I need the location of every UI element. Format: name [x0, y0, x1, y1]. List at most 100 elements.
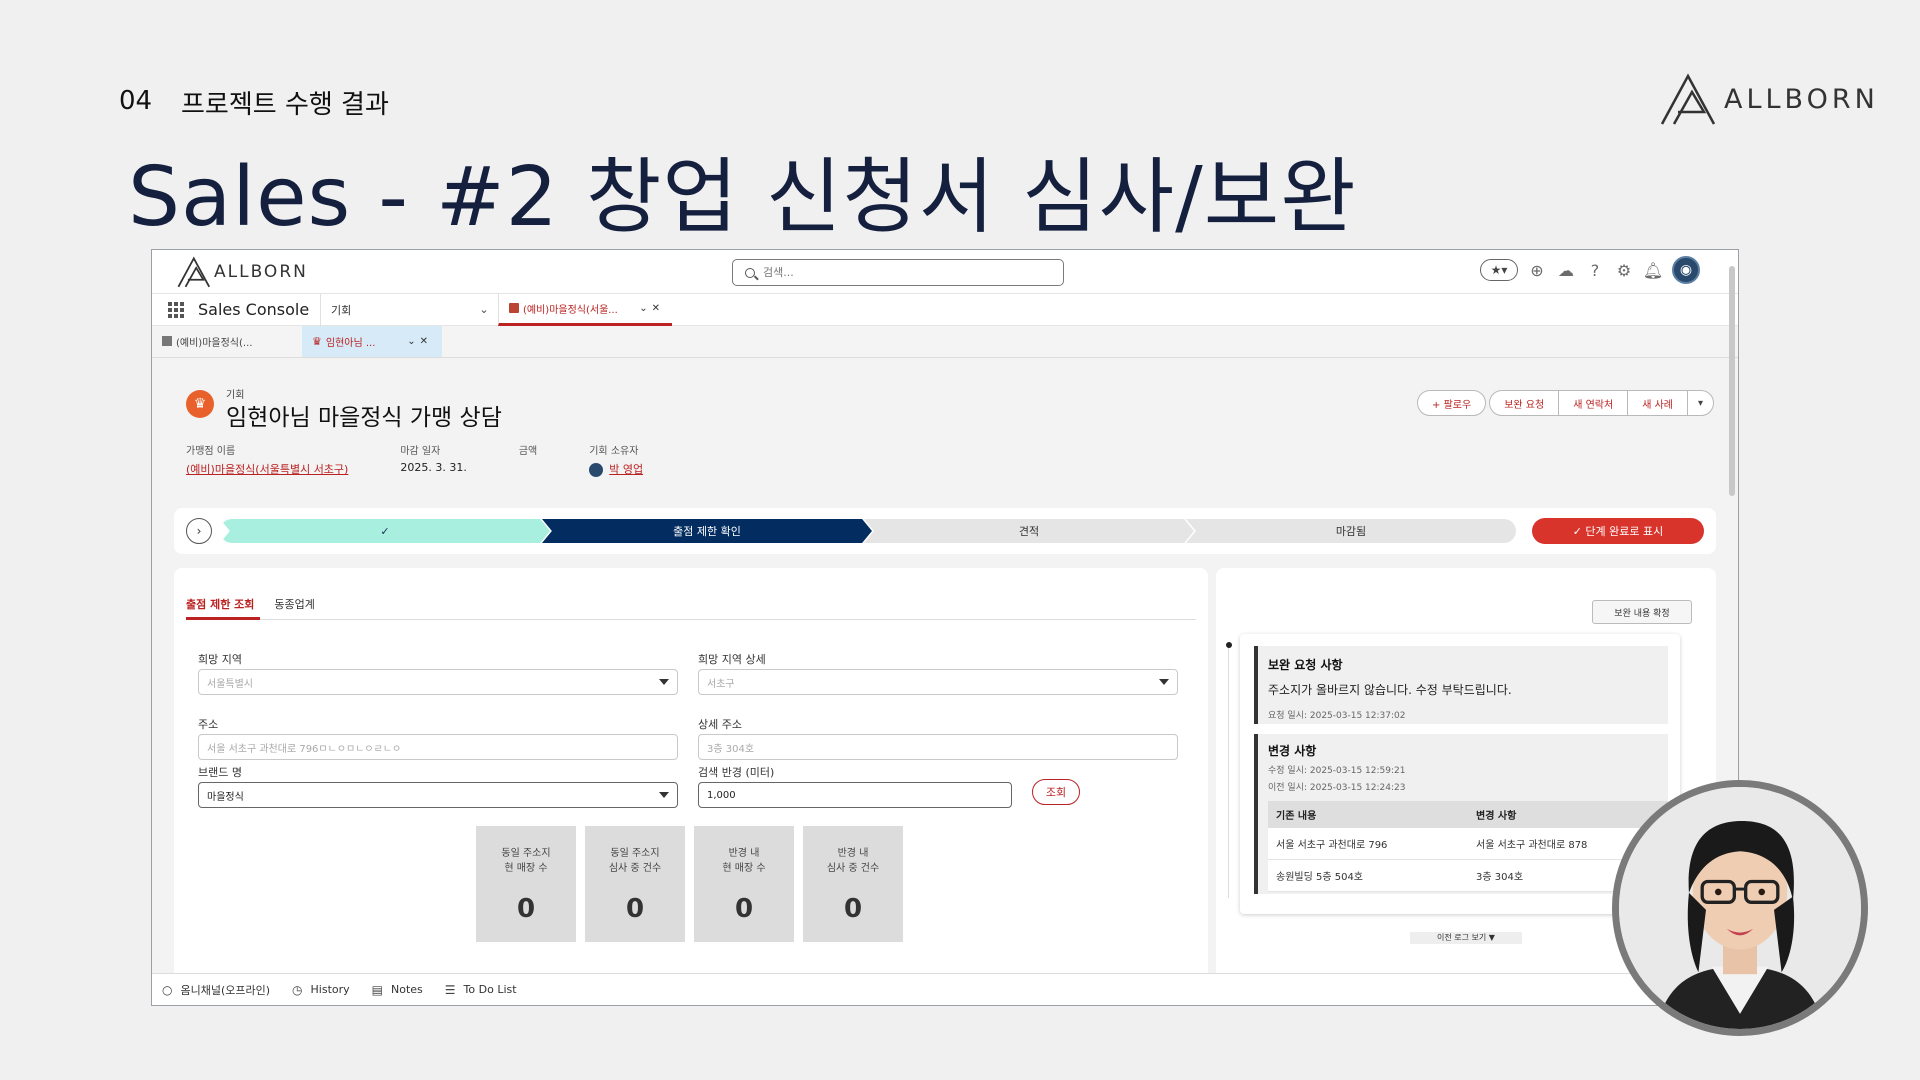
utility-omnichannel[interactable]: ○ 옴니채널(오프라인)	[162, 982, 270, 998]
owner-link[interactable]: 박 영업	[589, 461, 643, 477]
change-previous-date: 이전 일시: 2025-03-15 12:24:23	[1268, 783, 1406, 793]
search-input[interactable]	[763, 266, 1043, 279]
stat-same-address-stores: 동일 주소지 현 매장 수 0	[476, 826, 576, 942]
table-cell: 서울 서초구 과천대로 796	[1268, 828, 1468, 860]
utility-label: Notes	[391, 983, 423, 996]
new-contact-button[interactable]: 새 연락처	[1558, 390, 1629, 416]
global-header: ALLBORN ★▾ ⊕ ☁ ? ⚙ 🔔︎ ◉	[152, 250, 1738, 294]
user-avatar[interactable]: ◉	[1672, 256, 1700, 284]
chevron-down-icon	[659, 679, 669, 685]
utility-label: To Do List	[463, 983, 517, 996]
path-stage-quote[interactable]: 견적	[864, 519, 1194, 543]
older-log-link[interactable]: 이전 로그 보기 ▼	[1410, 932, 1522, 944]
brand-value: 마을정식	[207, 791, 244, 803]
crown-icon: ♛	[312, 334, 322, 348]
tab-controls-icon[interactable]: ⌄✕	[639, 303, 664, 314]
scrollbar-thumb[interactable]	[1729, 266, 1735, 496]
object-nav-selector[interactable]: 기회	[320, 293, 470, 326]
favorites-button[interactable]: ★▾	[1480, 259, 1518, 281]
radius-input[interactable]: 1,000	[698, 782, 1012, 808]
history-icon: ◷	[292, 982, 303, 997]
slide-number: 04	[119, 86, 153, 116]
subtab-bar: (예비)마을정식(... ♛ 임현아님 ... ⌄✕	[152, 325, 1738, 358]
slide-section: 프로젝트 수행 결과	[181, 90, 389, 120]
store-name-link[interactable]: (예비)마을정식(서울특별시 서초구)	[186, 461, 348, 477]
utility-label: 옴니채널(오프라인)	[180, 983, 271, 997]
workspace-tab[interactable]: (예비)마을정식(서울... ⌄✕	[498, 293, 672, 326]
address-input[interactable]: 서울 서초구 과천대로 796ㅁㄴㅇㅁㄴㅇㄹㄴㅇ	[198, 734, 678, 760]
chevron-down-icon	[659, 792, 669, 798]
region-detail-value: 서초구	[707, 678, 735, 690]
region-detail-select[interactable]: 서초구	[698, 669, 1178, 695]
path-toggle-button[interactable]: ›	[186, 518, 212, 544]
tab-same-industry[interactable]: 동종업계	[274, 590, 314, 620]
supplement-request-button[interactable]: 보완 요청	[1489, 390, 1560, 416]
app-launcher-icon[interactable]	[168, 301, 184, 318]
utility-notes[interactable]: ▤ Notes	[372, 983, 423, 997]
subtab-account[interactable]: (예비)마을정식(...	[152, 325, 302, 357]
stat-value: 0	[625, 894, 645, 924]
brand-select[interactable]: 마을정식	[198, 782, 678, 808]
region-label: 희망 지역	[198, 653, 242, 666]
tab-controls-icon[interactable]: ⌄✕	[407, 336, 432, 347]
field-amount: 금액	[519, 442, 537, 477]
stat-label: 반경 내	[837, 848, 869, 859]
path-stage-current[interactable]: 출점 제한 확인	[542, 519, 872, 543]
path-stage-complete[interactable]: ✓	[220, 519, 550, 543]
utility-history[interactable]: ◷ History	[292, 983, 350, 997]
setup-assistant-icon[interactable]: ☁	[1556, 260, 1576, 280]
notes-icon: ▤	[371, 982, 383, 997]
path-stage-closed[interactable]: 마감됨	[1186, 519, 1516, 543]
header-utilities: ★▾ ⊕ ☁ ? ⚙ 🔔︎ ◉	[1480, 256, 1700, 284]
bell-icon[interactable]: 🔔︎	[1643, 260, 1663, 280]
utility-todo[interactable]: ☰ To Do List	[445, 983, 517, 997]
field-label: 금액	[518, 446, 538, 457]
table-header: 기존 내용	[1268, 801, 1468, 828]
region-select[interactable]: 서울특별시	[198, 669, 678, 695]
stat-value: 0	[843, 894, 863, 924]
query-button[interactable]: 조회	[1032, 779, 1080, 805]
stat-label: 동일 주소지	[501, 848, 551, 859]
field-store-name: 가맹점 이름 (예비)마을정식(서울특별시 서초구)	[186, 442, 348, 477]
allborn-logo-icon	[177, 256, 211, 287]
owner-name: 박 영업	[609, 463, 644, 476]
gear-icon[interactable]: ⚙	[1614, 260, 1634, 280]
address-detail-label: 상세 주소	[698, 718, 742, 731]
supplement-request-block: 보완 요청 사항 주소지가 올바르지 않습니다. 수정 부탁드립니다. 요청 일…	[1254, 646, 1668, 724]
account-icon	[509, 303, 519, 313]
table-row: 서울 서초구 과천대로 796 서울 서초구 과천대로 878	[1268, 828, 1668, 860]
subtab-opportunity[interactable]: ♛ 임현아님 ... ⌄✕	[302, 325, 442, 357]
more-actions-button[interactable]: ▾	[1686, 390, 1714, 416]
table-cell: 송원빌딩 5층 504호	[1268, 859, 1468, 892]
chevron-down-icon[interactable]: ⌄	[470, 303, 498, 316]
record-page: ♛ 기회 임현아님 마을정식 가맹 상담 + 팔로우 보완 요청 새 연락처 새…	[152, 358, 1738, 973]
store-limit-card: 출점 제한 조회 동종업계 희망 지역 서울특별시 희망 지역 상세 서초구 주…	[174, 568, 1208, 973]
app-logo[interactable]: ALLBORN	[176, 256, 308, 288]
request-body: 주소지가 올바르지 않습니다. 수정 부탁드립니다.	[1268, 683, 1512, 697]
field-label: 가맹점 이름	[186, 446, 236, 457]
change-title: 변경 사항	[1268, 744, 1317, 758]
presenter-portrait	[1612, 780, 1868, 1036]
stat-radius-review: 반경 내 심사 중 건수 0	[803, 826, 903, 942]
tab-store-limit[interactable]: 출점 제한 조회	[186, 590, 261, 620]
request-date: 요청 일시: 2025-03-15 12:37:02	[1268, 711, 1406, 721]
address-detail-input[interactable]: 3층 304호	[698, 734, 1178, 760]
change-modified-date: 수정 일시: 2025-03-15 12:59:21	[1268, 766, 1406, 776]
global-search[interactable]	[732, 259, 1064, 286]
field-owner: 기회 소유자 박 영업	[589, 442, 643, 477]
new-case-button[interactable]: 새 사례	[1627, 390, 1688, 416]
field-value: 2025. 3. 31.	[400, 461, 467, 474]
add-icon[interactable]: ⊕	[1527, 260, 1547, 280]
app-brand-name: ALLBORN	[214, 261, 308, 282]
help-icon[interactable]: ?	[1585, 260, 1605, 280]
utility-label: History	[310, 983, 350, 996]
sales-path: › ✓ 출점 제한 확인 견적 마감됨 ✓ 단계 완료로 표시	[174, 508, 1716, 554]
chevron-down-icon	[1159, 679, 1169, 685]
region-detail-label: 희망 지역 상세	[698, 653, 766, 666]
follow-button[interactable]: + 팔로우	[1417, 390, 1487, 416]
mark-stage-complete-button[interactable]: ✓ 단계 완료로 표시	[1532, 518, 1704, 544]
search-icon	[745, 267, 755, 278]
field-close-date: 마감 일자 2025. 3. 31.	[400, 442, 466, 477]
confirm-supplement-button[interactable]: 보완 내용 확정	[1592, 600, 1692, 624]
stat-label: 현 매장 수	[722, 863, 766, 874]
